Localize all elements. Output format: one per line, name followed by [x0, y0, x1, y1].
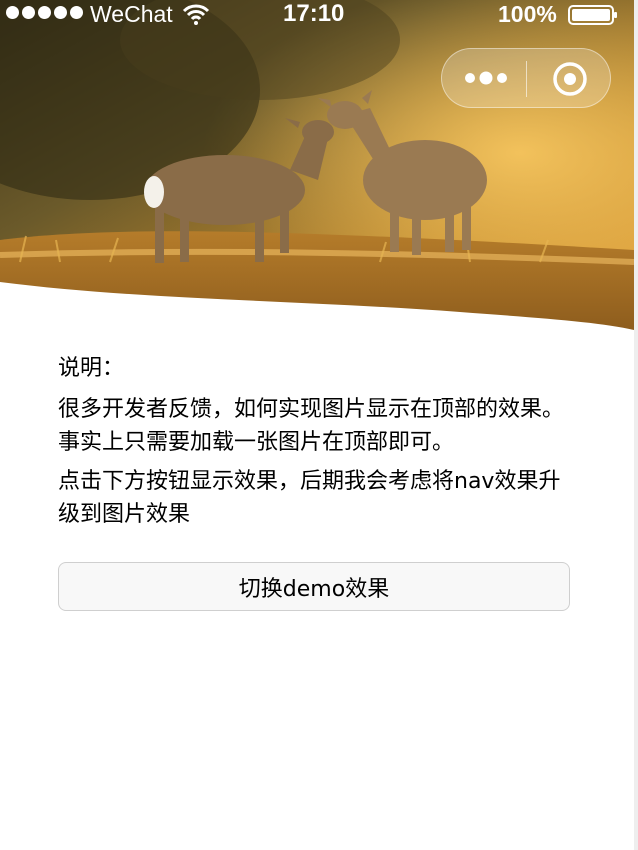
battery-icon — [568, 5, 617, 25]
close-circle-icon[interactable] — [552, 61, 588, 97]
battery-percent: 100% — [498, 1, 557, 27]
description-line-2: 点击下方按钮显示效果，后期我会考虑将nav效果升级到图片效果 — [58, 469, 561, 527]
more-dots-icon[interactable] — [462, 63, 512, 93]
right-edge — [634, 0, 638, 850]
description-line-1: 很多开发者反馈，如何实现图片显示在顶部的效果。事实上只需要加载一张图片在顶部即可… — [58, 397, 565, 455]
description-section: 说明： 很多开发者反馈，如何实现图片显示在顶部的效果。事实上只需要加载一张图片在… — [58, 352, 578, 531]
status-bar: WeChat 17:10 100% — [0, 0, 634, 30]
carrier-name: WeChat — [90, 1, 173, 27]
status-time: 17:10 — [283, 0, 345, 27]
capsule-menu — [441, 48, 611, 108]
description-title: 说明： — [58, 356, 125, 381]
capsule-divider — [526, 61, 527, 97]
signal-icon — [6, 6, 83, 19]
wifi-icon — [182, 4, 210, 25]
toggle-demo-button[interactable]: 切换demo效果 — [58, 562, 570, 611]
